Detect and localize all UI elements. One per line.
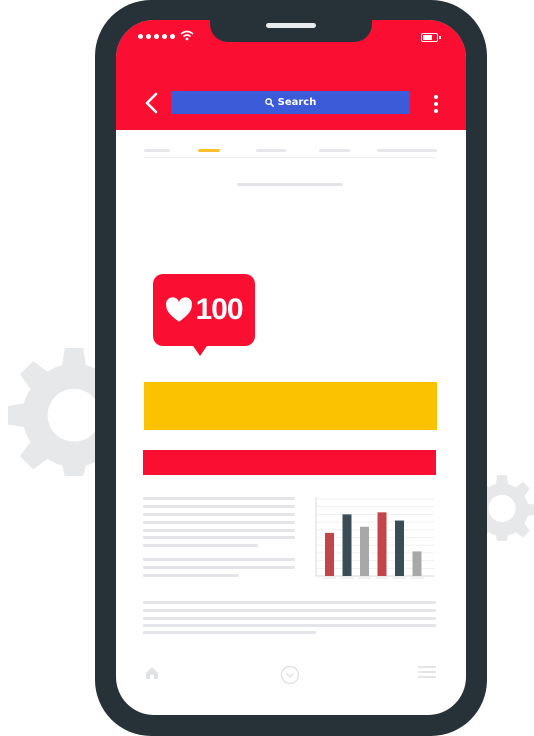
yellow-banner [144,382,437,430]
bottom-navigation [116,658,466,694]
tab-divider [144,157,436,158]
home-icon[interactable] [145,666,159,680]
search-label: Search [277,97,317,108]
chart-bar [395,520,404,576]
tab-1[interactable] [144,149,170,152]
chart-bar [360,526,369,576]
text-line [143,544,258,547]
chart-bar [325,532,334,576]
red-banner [143,450,436,475]
chart-bar [377,512,387,576]
tab-4[interactable] [319,149,350,152]
app-bar: Search [116,20,466,130]
phone-screen: Search 100 [116,20,466,715]
like-badge-tail [191,343,209,356]
text-line [143,558,295,561]
like-count: 100 [195,293,243,326]
more-vertical-icon[interactable] [432,95,440,115]
speaker-grille [266,23,316,28]
text-line [143,601,436,604]
text-line [143,631,316,634]
back-chevron-icon[interactable] [142,92,162,114]
battery-icon [421,33,441,42]
chart-bar [342,514,352,576]
subtitle-placeholder [237,183,343,186]
text-line [143,617,436,620]
text-line [143,521,295,524]
search-icon [264,98,274,107]
bar-chart [315,497,434,579]
text-line [143,529,295,532]
tab-5[interactable] [377,149,437,152]
tab-3[interactable] [256,149,286,152]
text-line [143,513,295,516]
text-line [143,505,295,508]
heart-icon [166,297,193,322]
text-line [143,497,295,500]
search-button[interactable]: Search [171,91,410,114]
chevron-down-circle-icon[interactable] [280,665,300,685]
text-line [143,624,436,627]
wifi-icon [180,30,194,41]
text-line [143,536,295,539]
signal-indicator [138,34,175,39]
phone-notch [210,20,372,42]
text-line [143,574,239,577]
text-line [143,566,295,569]
text-line [143,609,436,612]
hamburger-menu-icon[interactable] [418,664,436,680]
tab-2-active[interactable] [198,149,220,152]
chart-bar [412,551,422,576]
like-notification-badge: 100 [153,274,255,346]
